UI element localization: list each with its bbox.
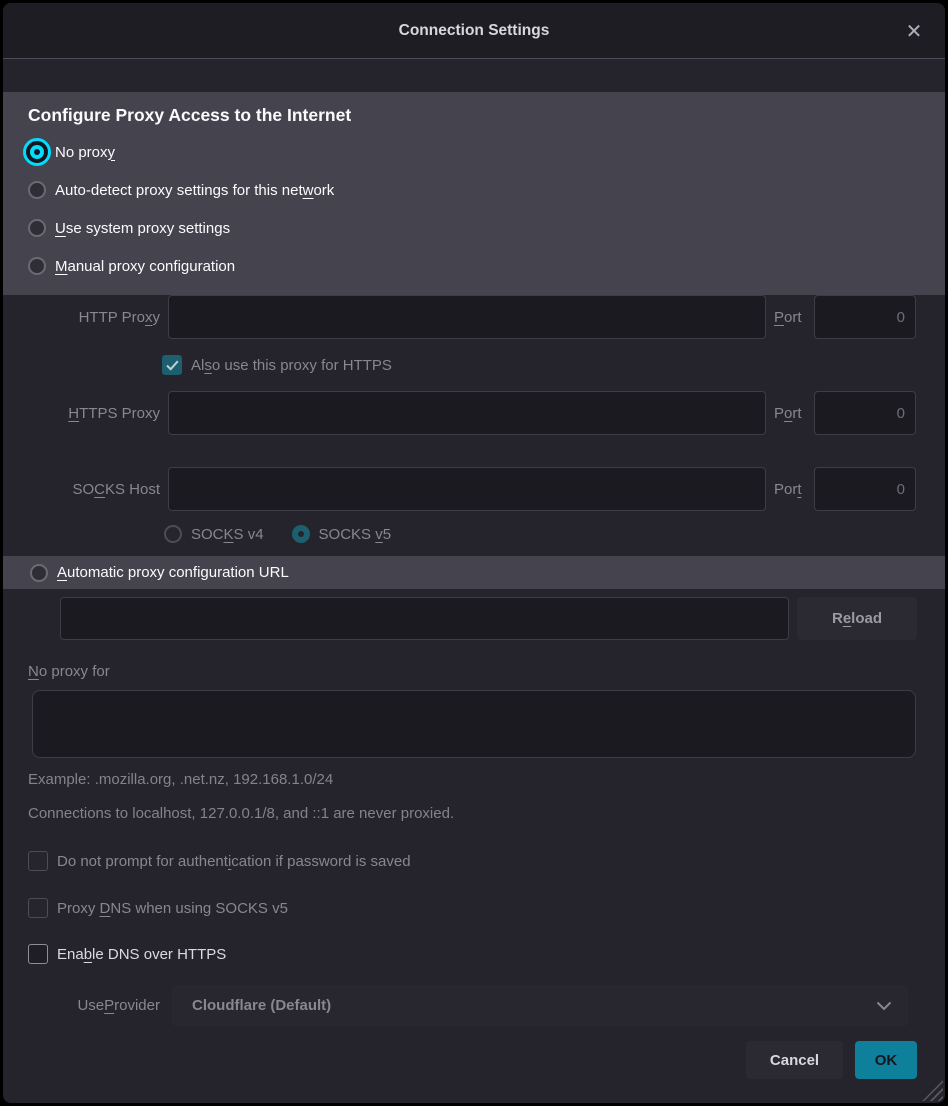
ok-button[interactable]: OK	[855, 1041, 917, 1079]
also-https-checkbox-row[interactable]: Also use this proxy for HTTPS	[162, 354, 392, 376]
http-port-input[interactable]	[814, 295, 916, 339]
radio-use-system-label[interactable]: Use system proxy settings	[55, 220, 230, 237]
chevron-down-icon	[876, 1001, 892, 1011]
no-auth-prompt-checkbox-row[interactable]: Do not prompt for authentication if pass…	[28, 850, 411, 872]
dialog-titlebar: Connection Settings ✕	[3, 3, 945, 59]
socks-host-input[interactable]	[168, 467, 766, 511]
no-proxy-note-text: Connections to localhost, 127.0.0.1/8, a…	[28, 805, 454, 822]
radio-selected-icon[interactable]	[23, 138, 51, 166]
radio-icon[interactable]	[28, 219, 46, 237]
radio-socks-v4-icon[interactable]	[164, 525, 182, 543]
auto-proxy-url-label[interactable]: Automatic proxy configuration URL	[57, 564, 289, 581]
radio-auto-detect-label[interactable]: Auto-detect proxy settings for this netw…	[55, 182, 334, 199]
proxy-mode-section: Configure Proxy Access to the Internet N…	[3, 92, 945, 295]
radio-use-system[interactable]: Use system proxy settings	[28, 209, 945, 247]
radio-no-proxy[interactable]: No proxy	[28, 133, 945, 171]
cancel-button[interactable]: Cancel	[746, 1041, 843, 1079]
radio-icon[interactable]	[28, 257, 46, 275]
socks-port-label: Port	[774, 467, 802, 511]
checkbox-icon[interactable]	[28, 944, 48, 964]
auto-proxy-url-row[interactable]: Automatic proxy configuration URL	[3, 556, 945, 589]
proxy-dns-label[interactable]: Proxy DNS when using SOCKS v5	[57, 900, 288, 917]
dialog-title: Connection Settings	[3, 3, 945, 59]
enable-doh-checkbox-row[interactable]: Enable DNS over HTTPS	[28, 943, 226, 965]
close-icon[interactable]: ✕	[899, 3, 929, 59]
radio-auto-url-icon[interactable]	[30, 564, 48, 582]
checkbox-icon[interactable]	[28, 851, 48, 871]
checkbox-checked-icon[interactable]	[162, 355, 182, 375]
radio-auto-detect[interactable]: Auto-detect proxy settings for this netw…	[28, 171, 945, 209]
radio-icon[interactable]	[28, 181, 46, 199]
radio-socks-v5-icon[interactable]	[292, 525, 310, 543]
also-https-label[interactable]: Also use this proxy for HTTPS	[191, 357, 392, 374]
radio-no-proxy-label[interactable]: No proxy	[55, 144, 115, 161]
radio-manual[interactable]: Manual proxy configuration	[28, 247, 945, 285]
http-port-label: Port	[774, 295, 802, 339]
provider-selected-value: Cloudflare (Default)	[192, 997, 331, 1014]
socks-port-input[interactable]	[814, 467, 916, 511]
no-proxy-example-text: Example: .mozilla.org, .net.nz, 192.168.…	[28, 771, 333, 788]
section-heading: Configure Proxy Access to the Internet	[28, 105, 945, 126]
http-proxy-label: HTTP Proxy	[28, 295, 160, 339]
https-port-label: Port	[774, 391, 802, 435]
use-provider-label: Use Provider	[28, 985, 160, 1026]
no-proxy-for-label: No proxy for	[28, 663, 110, 680]
enable-doh-label[interactable]: Enable DNS over HTTPS	[57, 946, 226, 963]
provider-dropdown[interactable]: Cloudflare (Default)	[172, 985, 908, 1026]
socks-v5-label[interactable]: SOCKS v5	[319, 526, 392, 543]
radio-manual-label[interactable]: Manual proxy configuration	[55, 258, 235, 275]
check-icon	[166, 360, 179, 371]
checkbox-icon[interactable]	[28, 898, 48, 918]
resize-grip[interactable]	[922, 1080, 943, 1101]
reload-button[interactable]: Reload	[797, 597, 917, 640]
auto-proxy-url-input[interactable]	[60, 597, 789, 640]
socks-version-row: SOCKS v4 SOCKS v5	[164, 523, 391, 545]
http-proxy-input[interactable]	[168, 295, 766, 339]
proxy-dns-checkbox-row[interactable]: Proxy DNS when using SOCKS v5	[28, 897, 288, 919]
https-proxy-label: HTTPS Proxy	[28, 391, 160, 435]
connection-settings-dialog: Connection Settings ✕ Configure Proxy Ac…	[3, 3, 945, 1103]
https-port-input[interactable]	[814, 391, 916, 435]
no-proxy-for-textarea[interactable]	[32, 690, 916, 758]
socks-host-label: SOCKS Host	[28, 467, 160, 511]
no-auth-prompt-label[interactable]: Do not prompt for authentication if pass…	[57, 853, 411, 870]
socks-v4-label[interactable]: SOCKS v4	[191, 526, 264, 543]
https-proxy-input[interactable]	[168, 391, 766, 435]
